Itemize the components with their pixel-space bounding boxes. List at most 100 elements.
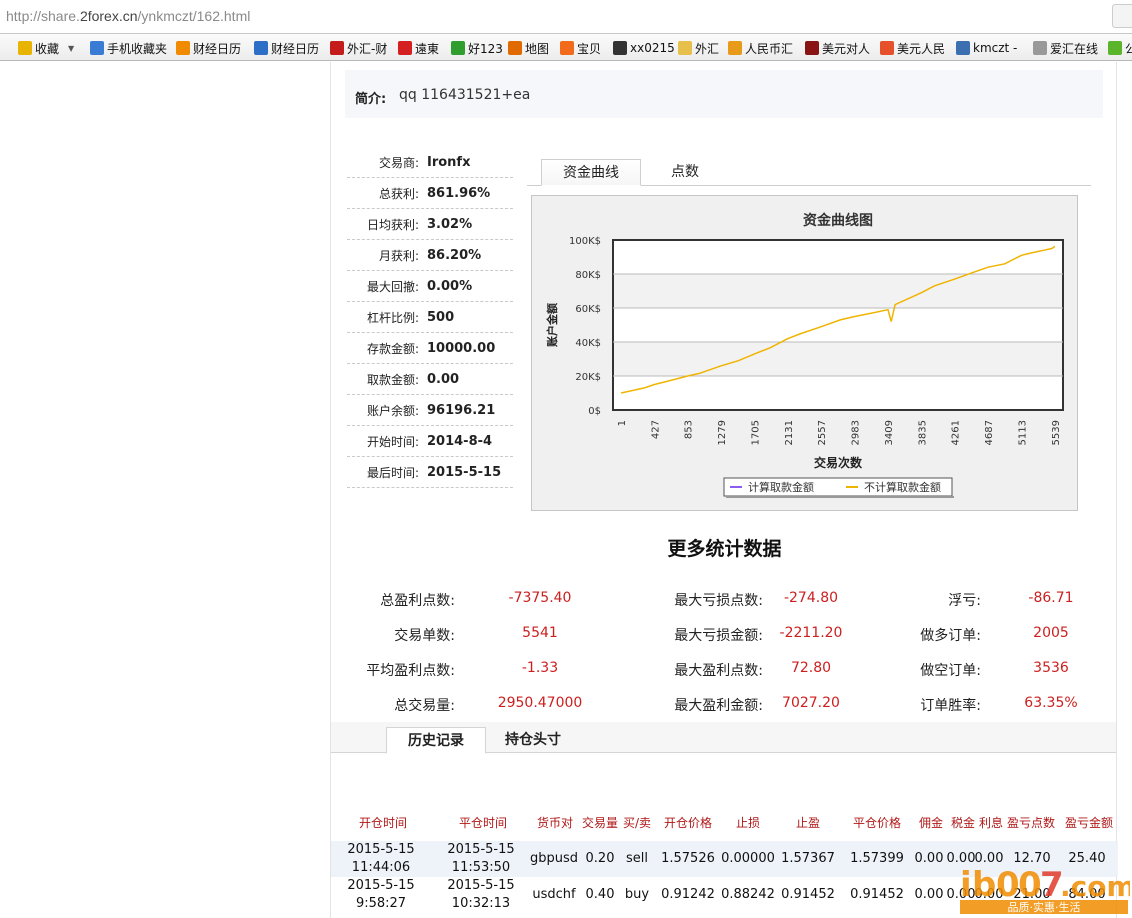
x-tick-label: 5539	[1051, 420, 1062, 445]
tab-pips[interactable]: 点数	[655, 159, 715, 186]
bird-icon	[728, 41, 742, 55]
bookmark-label: 遠東	[415, 41, 440, 56]
x-tick-label: 1	[617, 420, 628, 426]
column-header[interactable]: 平仓时间	[459, 814, 507, 834]
bookmark-item[interactable]: kmczt -	[956, 39, 1017, 57]
more-stat-value: 2950.47000	[497, 695, 583, 711]
column-header[interactable]: 交易量	[582, 814, 618, 834]
x-tick-label: 427	[650, 420, 661, 439]
column-header[interactable]: 止损	[736, 814, 760, 834]
column-header[interactable]: 盈亏点数	[1007, 814, 1055, 834]
table-cell-datetime: 2015-5-15 11:44:06	[341, 841, 421, 877]
bookmark-item[interactable]: 宝贝	[560, 39, 601, 57]
more-stat-value: 5541	[522, 625, 558, 641]
bookmark-item[interactable]: 遠東	[398, 39, 439, 57]
grid-band	[614, 342, 1062, 376]
cell-time: 11:53:50	[451, 860, 511, 875]
intro-box: 简介: qq 116431521+ea	[345, 70, 1103, 118]
bookmark-label: 外汇-财	[347, 41, 388, 56]
bookmark-item[interactable]: 人民币汇	[728, 39, 793, 57]
bookmark-label: 人民币汇	[745, 41, 794, 56]
column-header[interactable]: 货币对	[537, 814, 573, 834]
legend-shadow	[726, 496, 954, 498]
stat-label: 存款金额:	[366, 341, 419, 356]
tab-equity-curve[interactable]: 资金曲线	[541, 159, 641, 186]
stat-value: 86.20%	[427, 247, 482, 263]
bookmark-item[interactable]: 手机收藏夹	[90, 39, 167, 57]
equity-chart-panel: 资金曲线图 0$ 20K$ 40K$ 60K$ 80K$ 100K$ 1 427 853 1279 1…	[531, 195, 1078, 511]
grid-band	[614, 274, 1062, 308]
y-tick-label: 100K$	[569, 236, 601, 247]
tab-history[interactable]: 历史记录	[386, 727, 486, 754]
bookmark-item[interactable]: 公	[1108, 39, 1132, 57]
table-cell: 1.57367	[781, 851, 835, 866]
x-tick-label: 853	[684, 420, 695, 439]
svg-text:i: i	[960, 865, 972, 905]
more-stat-label: 总交易量:	[394, 698, 455, 714]
stat-label: 最后时间:	[366, 465, 419, 480]
flag-icon	[330, 41, 344, 55]
column-header[interactable]: 开仓价格	[664, 814, 712, 834]
stat-label: 账户余额:	[366, 403, 419, 418]
more-stat-label: 最大盈利点数:	[674, 663, 763, 679]
y-tick-label: 20K$	[575, 372, 601, 383]
legend-label: 计算取款金额	[748, 480, 814, 494]
cell-time: 9:58:27	[355, 896, 407, 911]
stat-row: 杠杆比例: 500	[347, 302, 513, 333]
phone-icon	[90, 41, 104, 55]
column-header[interactable]: 买/卖	[623, 814, 651, 834]
bookmark-item[interactable]: 外汇-财	[330, 39, 387, 57]
more-stat-label: 做空订单:	[920, 663, 981, 679]
column-header[interactable]: 佣金	[919, 814, 943, 834]
column-header[interactable]: 开仓时间	[359, 814, 407, 834]
bookmark-item[interactable]: xx0215	[613, 39, 675, 57]
more-stat-label: 最大亏损金额:	[674, 628, 763, 644]
bookmark-label: 宝贝	[577, 41, 602, 56]
bookmark-item[interactable]: 地图	[508, 39, 549, 57]
bookmark-label: 财经日历	[271, 41, 320, 56]
chart-title: 资金曲线图	[803, 212, 873, 229]
more-stat-label: 最大盈利金额:	[674, 698, 763, 714]
go-button[interactable]	[1112, 4, 1132, 28]
svg-text:0: 0	[996, 865, 1020, 905]
favorites-bar: 收藏 ▼ 手机收藏夹 财经日历 财经日历 外汇-财 遠東 好123 地图 宝贝 xx0215 外汇 人民…	[0, 34, 1132, 61]
more-stats-title: 更多统计数据	[667, 538, 782, 560]
more-stat-value: 7027.20	[782, 695, 840, 711]
x-tick-label: 3409	[884, 420, 895, 445]
bookmark-item[interactable]: 财经日历	[254, 39, 319, 57]
column-header[interactable]: 止盈	[796, 814, 820, 834]
column-header[interactable]: 平仓价格	[853, 814, 901, 834]
tab-positions[interactable]: 持仓头寸	[491, 727, 575, 754]
main-content: 简介: qq 116431521+ea 交易商: Ironfx 总获利: 861.96…	[330, 62, 1118, 918]
bookmark-item[interactable]: 好123	[451, 39, 503, 57]
number-icon	[956, 41, 970, 55]
bookmark-item[interactable]: 美元对人	[805, 39, 870, 57]
column-header[interactable]: 盈亏金额	[1065, 814, 1113, 834]
chevron-down-icon[interactable]: ▼	[68, 44, 74, 53]
ib007-watermark-logo: i b 0 0 7 .com 品质·实惠·生活	[960, 865, 1130, 914]
account-stats: 交易商: Ironfx 总获利: 861.96% 日均获利: 3.02% 月获利: 86.20…	[347, 147, 513, 488]
bookmark-item[interactable]: 外汇	[678, 39, 719, 57]
bookmark-label: 好123	[468, 41, 503, 56]
bookmark-item[interactable]: 爱汇在线	[1033, 39, 1098, 57]
url-text[interactable]: http://share.2forex.cn/ynkmczt/162.html	[6, 8, 250, 24]
column-header[interactable]: 利息	[979, 814, 1003, 834]
folder-icon	[678, 41, 692, 55]
bookmark-label: 美元对人	[822, 41, 871, 56]
bookmark-item[interactable]: 美元人民	[880, 39, 945, 57]
y-axis-label: 账户金额	[545, 303, 559, 347]
address-bar[interactable]: http://share.2forex.cn/ynkmczt/162.html	[0, 0, 1132, 34]
x-tick-label: 2983	[851, 420, 862, 445]
stat-label: 交易商:	[378, 155, 419, 170]
bookmark-item[interactable]: 收藏 ▼	[18, 39, 74, 57]
more-stat-value: 3536	[1033, 660, 1069, 676]
bookmark-item[interactable]: 财经日历	[176, 39, 241, 57]
bookmark-label: 公	[1125, 40, 1132, 57]
stat-label: 取款金额:	[366, 372, 419, 387]
stat-value: 861.96%	[427, 185, 491, 201]
table-cell-datetime: 2015-5-15 9:58:27	[341, 877, 421, 913]
column-header[interactable]: 税金	[951, 814, 975, 834]
more-stat-label: 浮亏:	[948, 593, 981, 609]
stat-row: 日均获利: 3.02%	[347, 209, 513, 240]
more-stat-value: -1.33	[521, 660, 559, 676]
